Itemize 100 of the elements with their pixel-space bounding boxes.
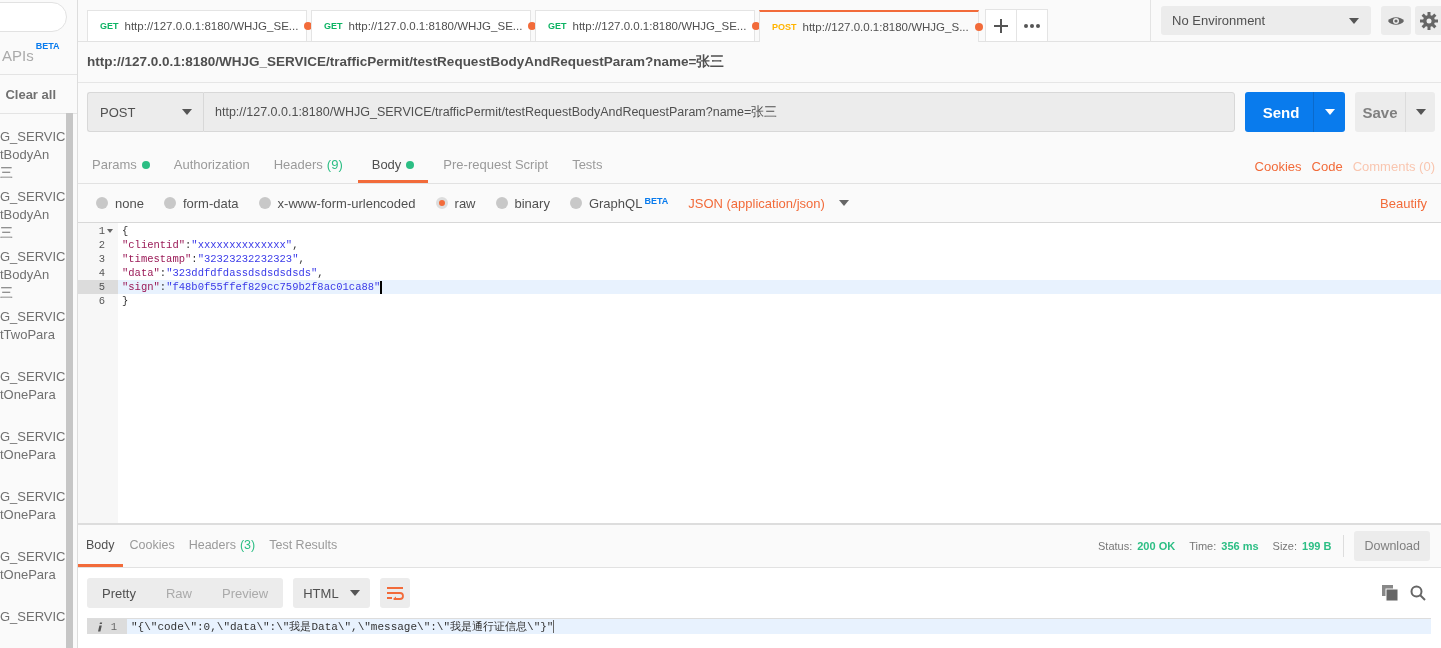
request-section-tab[interactable]: Params xyxy=(83,149,159,183)
save-button[interactable]: Save xyxy=(1355,92,1405,132)
history-item[interactable]: G_SERVIC tOnePara xyxy=(0,368,77,428)
code-line: } xyxy=(122,295,129,307)
stat-label: Time: xyxy=(1189,539,1217,554)
radio-button[interactable] xyxy=(495,197,508,209)
history-item[interactable]: G_SERVIC xyxy=(0,608,77,648)
radio-button[interactable] xyxy=(569,197,582,209)
radio-button[interactable] xyxy=(163,197,176,209)
tab-title: http://127.0.0.1:8180/WHJG_S... xyxy=(802,21,969,33)
caret-icon xyxy=(182,109,192,115)
method-label: POST xyxy=(772,22,797,32)
code-line: "sign":"f48b0f55ffef829cc759b2f8ac01ca88" xyxy=(122,281,381,293)
radio-button[interactable] xyxy=(258,197,271,209)
caret-icon xyxy=(350,590,361,596)
wrap-icon xyxy=(386,586,405,600)
copy-icon xyxy=(1382,585,1398,601)
history-item[interactable]: G_SERVIC tOnePara xyxy=(0,488,77,548)
link[interactable]: Code xyxy=(1311,149,1343,183)
line-number: 4 xyxy=(98,267,105,279)
radio-label: GraphQL xyxy=(588,195,643,211)
format-select[interactable]: HTML xyxy=(293,578,371,608)
request-title: http://127.0.0.1:8180/WHJG_SERVICE/trafficPermit/testRequestBodyAndRequestParam?name=张三 xyxy=(87,53,725,71)
radio-option[interactable]: form-data xyxy=(163,195,239,211)
caret-icon xyxy=(838,200,849,206)
history-item[interactable]: G_SERVIC tTwoPara xyxy=(0,308,77,368)
scrollbar[interactable] xyxy=(66,113,73,648)
code-line: "clientid":"xxxxxxxxxxxxxx", xyxy=(122,239,299,251)
beta-label: BETA xyxy=(644,195,669,206)
radio-option[interactable]: none xyxy=(96,195,144,211)
beautify-link[interactable]: Beautify xyxy=(1380,195,1427,211)
text-cursor xyxy=(380,280,383,294)
request-section-tab[interactable]: Body xyxy=(357,149,429,183)
code-line: { xyxy=(122,225,129,237)
request-section-tab[interactable]: Authorization xyxy=(164,149,259,183)
stat-value: 199 B xyxy=(1302,539,1332,554)
line-number: 6 xyxy=(98,295,105,307)
settings-button[interactable] xyxy=(1415,6,1441,35)
tab-title: http://127.0.0.1:8180/WHJG_SE... xyxy=(348,20,523,32)
download-button[interactable]: Download xyxy=(1354,531,1430,561)
clear-all-link[interactable]: Clear all xyxy=(5,86,56,102)
preview-button[interactable] xyxy=(1381,6,1411,35)
radio-label: form-data xyxy=(182,195,239,211)
history-item[interactable]: G_SERVIC tBodyAn 三 xyxy=(0,128,77,188)
stat-value: 356 ms xyxy=(1221,539,1259,554)
plus-icon xyxy=(994,18,1008,33)
radio-button[interactable] xyxy=(96,197,108,209)
radio-label: raw xyxy=(454,195,476,211)
code-line: "{\"code\":0,\"data\":\"我是Data\",\"message\":\"我是通行证信息\"}" xyxy=(131,620,554,634)
send-dropdown-button[interactable] xyxy=(1313,92,1345,132)
code-editor[interactable]: 1 2 3 4 5 6 { "clientid":"xxxxxxxxxxxxxx", "timestamp":"32323232232323", "data":"323ddfdfdassdsdsdsdsds", "sign":"f48b0f55ffef829cc759b2f8ac01ca88" } xyxy=(78,223,1441,525)
tab-title: http://127.0.0.1:8180/WHJG_SE... xyxy=(124,20,299,32)
view-mode-button[interactable]: Pretty xyxy=(87,578,151,608)
caret-icon xyxy=(1324,109,1335,115)
save-dropdown-button[interactable] xyxy=(1405,92,1435,132)
tab-title: http://127.0.0.1:8180/WHJG_SE... xyxy=(572,20,747,32)
link[interactable]: Cookies xyxy=(1254,149,1302,183)
stat-label: Size: xyxy=(1272,539,1298,554)
url-field[interactable]: http://127.0.0.1:8180/WHJG_SERVICE/trafficPermit/testRequestBodyAndRequestParam?name=张三 xyxy=(203,92,1235,132)
history-item[interactable]: G_SERVIC tBodyAn 三 xyxy=(0,188,77,248)
stat-value: 200 OK xyxy=(1137,539,1176,554)
method-label: GET xyxy=(100,21,119,31)
text-cursor xyxy=(553,620,555,633)
history-item[interactable]: G_SERVIC tOnePara xyxy=(0,428,77,488)
response-tab[interactable]: Headers (3) xyxy=(181,525,263,567)
radio-option[interactable]: binary xyxy=(495,195,550,211)
radio-option[interactable]: GraphQL$^{BETA}$ xyxy=(569,195,669,211)
method-label: GET xyxy=(324,21,343,31)
history-item[interactable]: G_SERVIC tOnePara xyxy=(0,548,77,608)
caret-icon xyxy=(1415,109,1426,115)
caret-icon xyxy=(1349,17,1359,24)
wrap-lines-button[interactable] xyxy=(380,578,411,608)
response-tab[interactable]: Test Results xyxy=(262,525,345,567)
more-icon xyxy=(1024,23,1040,28)
radio-button[interactable] xyxy=(435,197,448,209)
response-tab[interactable]: Cookies xyxy=(122,525,182,567)
stat-label: Status: xyxy=(1098,539,1133,554)
content-type-select[interactable]: JSON (application/json) xyxy=(688,195,849,211)
code-line: "data":"323ddfdfdassdsdsdsdsds", xyxy=(122,267,324,279)
radio-label: binary xyxy=(514,195,550,211)
info-icon xyxy=(96,621,103,632)
radio-option[interactable]: raw xyxy=(435,195,476,211)
line-number: 1 xyxy=(110,620,118,633)
code-line: "timestamp":"32323232232323", xyxy=(122,253,305,265)
request-section-tab[interactable]: Headers (9) xyxy=(264,149,352,183)
fold-icon xyxy=(106,229,113,233)
search-field[interactable] xyxy=(0,2,67,32)
eye-icon xyxy=(1387,14,1405,27)
request-section-tab[interactable]: Tests xyxy=(563,149,612,183)
line-number: 5 xyxy=(98,281,105,293)
search-icon xyxy=(1410,585,1426,601)
history-item[interactable]: G_SERVIC tBodyAn 三 xyxy=(0,248,77,308)
method-select[interactable]: POST xyxy=(87,92,203,132)
settings-icon xyxy=(1419,10,1439,31)
request-section-tab[interactable]: Pre-request Script xyxy=(434,149,558,183)
apis-label: APIs xyxy=(2,46,34,64)
environment-select[interactable]: No Environment xyxy=(1161,6,1371,35)
send-button[interactable]: Send xyxy=(1245,92,1313,132)
line-number: 3 xyxy=(98,253,105,265)
radio-label: none xyxy=(115,195,144,211)
